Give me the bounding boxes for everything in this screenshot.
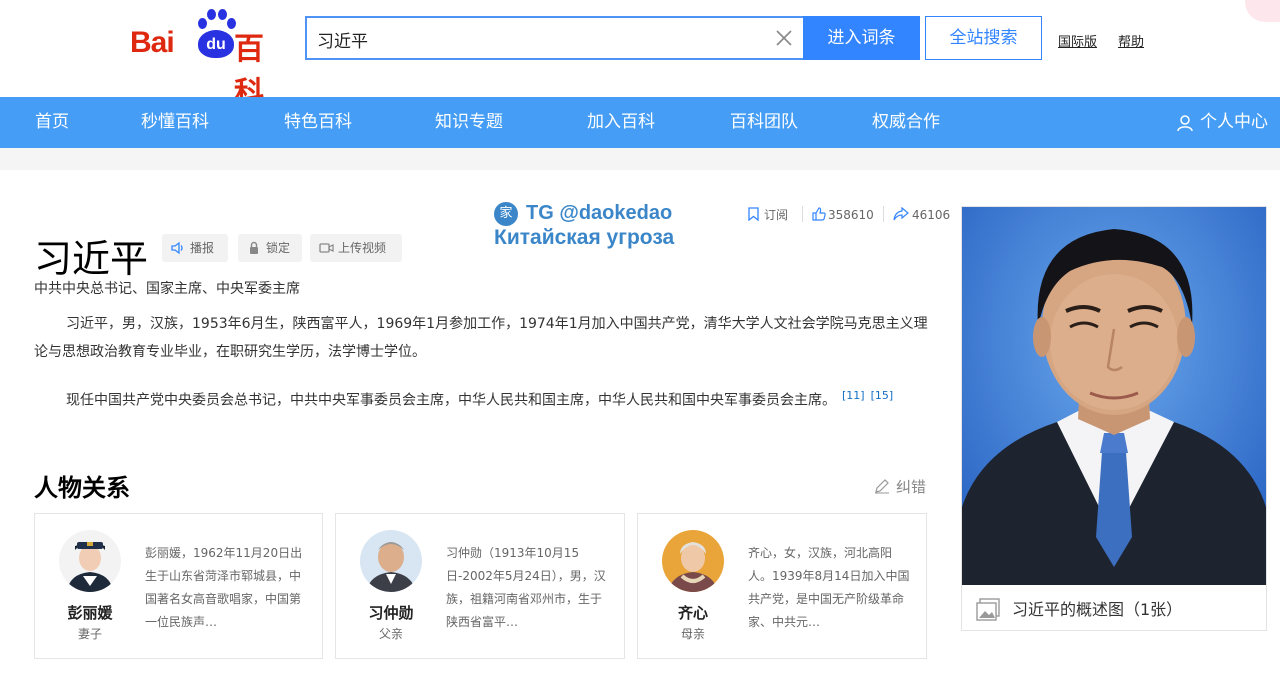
- like-count: 358610: [828, 208, 874, 222]
- nav-item-featured[interactable]: 特色百科: [284, 97, 352, 148]
- lock-button[interactable]: 锁定: [238, 234, 302, 262]
- lock-label: 锁定: [266, 241, 291, 255]
- relation-description: 彭丽媛，1962年11月20日出生于山东省菏泽市郓城县，中国著名女高音歌唱家，中…: [145, 546, 303, 629]
- entry-subtitle: 中共中央总书记、国家主席、中央军委主席: [34, 281, 300, 297]
- relation-name: 彭丽媛: [67, 604, 113, 622]
- nav-item-topics[interactable]: 知识专题: [435, 97, 503, 148]
- share-icon: [893, 207, 909, 221]
- watermark-line2: Китайская угроза: [494, 226, 675, 249]
- user-icon: [1177, 115, 1193, 132]
- page-title: 习近平: [34, 237, 149, 281]
- stat-divider: [883, 206, 884, 222]
- relation-description: 习仲勋（1913年10月15日-2002年5月24日），男，汉族，祖籍河南省邓州…: [446, 546, 606, 629]
- clear-icon[interactable]: [775, 29, 793, 47]
- upload-video-label: 上传视频: [338, 241, 387, 255]
- upload-video-button[interactable]: 上传视频: [310, 234, 402, 262]
- search-box: [305, 16, 803, 60]
- broadcast-label: 播报: [190, 241, 215, 255]
- watermark-icon: 家: [494, 202, 518, 226]
- stat-divider: [802, 206, 803, 222]
- relation-role: 妻子: [77, 627, 102, 641]
- summary-paragraph-2: 现任中国共产党中央委员会总书记，中共中央军事委员会主席，中华人民共和国主席，中华…: [34, 382, 930, 415]
- international-link[interactable]: 国际版: [1058, 31, 1097, 50]
- broadcast-button[interactable]: 播报: [162, 234, 228, 262]
- summary-paragraph-1: 习近平，男，汉族，1953年6月生，陕西富平人，1969年1月参加工作，1974…: [34, 310, 930, 366]
- summary-text-1: 习近平，男，汉族，1953年6月生，陕西富平人，1969年1月参加工作，1974…: [34, 316, 928, 360]
- relation-role: 母亲: [680, 627, 705, 641]
- relation-role: 父亲: [378, 627, 403, 641]
- relation-card-father[interactable]: 习仲勋 父亲 习仲勋（1913年10月15日-2002年5月24日），男，汉族，…: [335, 513, 625, 659]
- watermark-line1: TG @daokedao: [526, 202, 673, 224]
- lock-icon: [250, 241, 258, 254]
- nav-item-cooperation[interactable]: 权威合作: [872, 97, 940, 148]
- photo-caption-text: 习近平的概述图（1张）: [1012, 600, 1183, 619]
- baidu-baike-logo[interactable]: Bai du 百科: [130, 8, 292, 111]
- summary-text-2: 现任中国共产党中央委员会总书记，中共中央军事委员会主席，中华人民共和国主席，中华…: [66, 392, 836, 409]
- thumbs-up-icon: [812, 207, 826, 221]
- subscribe-label: 订阅: [764, 208, 789, 222]
- share-button[interactable]: 46106: [893, 206, 953, 224]
- relation-name: 习仲勋: [368, 604, 414, 622]
- avatar: [360, 530, 422, 592]
- paw-icon: du: [194, 8, 238, 58]
- user-center-label: 个人中心: [1200, 112, 1268, 132]
- report-error-label: 纠错: [896, 478, 927, 496]
- corner-badge-icon[interactable]: [1245, 0, 1280, 22]
- nav-item-team[interactable]: 百科团队: [730, 97, 798, 148]
- relations-section-title: 人物关系: [34, 474, 130, 502]
- speaker-icon: [171, 241, 183, 255]
- main-nav: 首页 秒懂百科 特色百科 知识专题 加入百科 百科团队 权威合作 个人中心: [0, 97, 1280, 148]
- portrait-photo[interactable]: [962, 207, 1266, 585]
- share-count: 46106: [912, 208, 951, 222]
- video-icon: [319, 243, 334, 253]
- reference-link-15[interactable]: [15]: [871, 389, 894, 402]
- bookmark-icon: [748, 207, 759, 221]
- relation-description: 齐心，女，汉族，河北高阳人。1939年8月14日加入中国共产党，是中国无产阶级革…: [748, 546, 910, 629]
- nav-item-miaodong[interactable]: 秒懂百科: [141, 97, 209, 148]
- logo-text-bai: Bai: [130, 26, 175, 59]
- report-error-button[interactable]: 纠错: [874, 476, 926, 497]
- enter-entry-button[interactable]: 进入词条: [803, 16, 920, 60]
- help-link[interactable]: 帮助: [1118, 31, 1144, 50]
- like-button[interactable]: 358610: [812, 206, 878, 224]
- relation-name: 齐心: [677, 604, 708, 622]
- summary-photo-card[interactable]: 习近平的概述图（1张）: [961, 206, 1267, 631]
- nav-item-home[interactable]: 首页: [35, 97, 69, 148]
- avatar: [59, 530, 121, 592]
- header: Bai du 百科 进入词条 全站搜索 国际版 帮助: [0, 0, 1280, 111]
- nav-item-join[interactable]: 加入百科: [587, 97, 655, 148]
- photo-caption[interactable]: 习近平的概述图（1张）: [976, 597, 1182, 623]
- image-gallery-icon: [976, 598, 1000, 621]
- reference-link-11[interactable]: [11]: [842, 389, 865, 402]
- avatar: [662, 530, 724, 592]
- search-input[interactable]: [317, 26, 757, 52]
- pencil-icon: [875, 479, 889, 494]
- relation-card-mother[interactable]: 齐心 母亲 齐心，女，汉族，河北高阳人。1939年8月14日加入中国共产党，是中…: [637, 513, 927, 659]
- site-search-button[interactable]: 全站搜索: [925, 16, 1042, 60]
- relation-card-wife[interactable]: 彭丽媛 妻子 彭丽媛，1962年11月20日出生于山东省菏泽市郓城县，中国著名女…: [34, 513, 323, 659]
- logo-text-du: du: [198, 30, 234, 58]
- subscribe-button[interactable]: 订阅: [747, 206, 797, 224]
